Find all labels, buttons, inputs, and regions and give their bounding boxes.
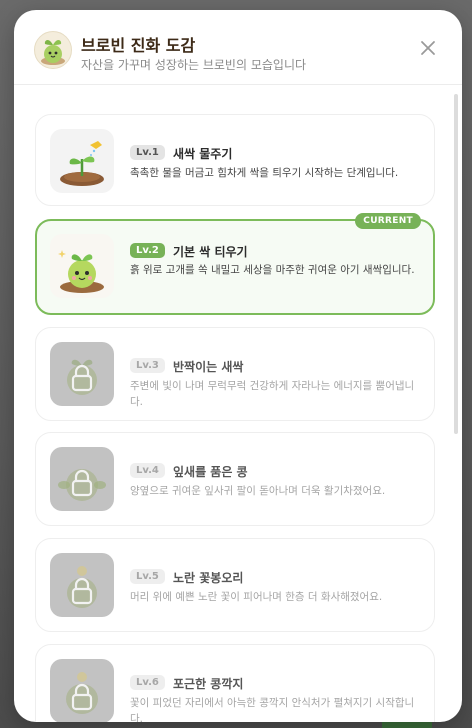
stage-card-lv2[interactable]: CURRENT Lv.2 기본 싹 티우기 흙 위로 고개를 쏙 내밀고 세상을 <box>35 213 435 315</box>
evolution-modal: 브로빈 진화 도감 자산을 가꾸며 성장하는 브로빈의 모습입니다 Lv.1 새… <box>14 10 462 722</box>
stage-level-badge: Lv.6 <box>130 675 165 690</box>
locked-stage-image <box>50 659 114 722</box>
modal-header: 브로빈 진화 도감 자산을 가꾸며 성장하는 브로빈의 모습입니다 <box>14 10 462 85</box>
stage-description: 꽃이 피었던 자리에서 아늑한 콩깍지 안식처가 펼쳐지기 시작합니다. <box>130 697 415 722</box>
modal-title: 브로빈 진화 도감 <box>81 36 196 55</box>
locked-stage-image <box>50 447 114 511</box>
stage-name: 포근한 콩깍지 <box>173 677 244 691</box>
current-badge: CURRENT <box>355 213 421 229</box>
close-button[interactable] <box>418 38 438 58</box>
stage-name: 노란 꽃봉오리 <box>173 571 244 585</box>
stage-level-badge: Lv.1 <box>130 145 165 160</box>
stage-level-badge: Lv.2 <box>130 243 165 258</box>
stage-description: 주변에 빛이 나며 무럭무럭 건강하게 자라나는 에너지를 뿜어냅니다. <box>130 380 415 408</box>
evolution-list[interactable]: Lv.1 새싹 물주기 촉촉한 물을 머금고 힘차게 싹을 틔우기 시작하는 단… <box>14 85 462 722</box>
modal-subtitle: 자산을 가꾸며 성장하는 브로빈의 모습입니다 <box>81 58 307 72</box>
stage-name: 새싹 물주기 <box>173 147 233 161</box>
stage-card-lv1[interactable]: Lv.1 새싹 물주기 촉촉한 물을 머금고 힘차게 싹을 틔우기 시작하는 단… <box>35 114 435 206</box>
stage-card-lv3: Lv.3 반짝이는 새싹 주변에 빛이 나며 무럭무럭 건강하게 자라나는 에너… <box>35 327 435 421</box>
stage-level-badge: Lv.4 <box>130 463 165 478</box>
stage-description: 촉촉한 물을 머금고 힘차게 싹을 틔우기 시작하는 단계입니다. <box>130 167 399 179</box>
stage-card-lv4: Lv.4 잎새를 품은 콩 양옆으로 귀여운 잎사귀 팔이 돋아나며 더욱 활기… <box>35 432 435 526</box>
locked-stage-image <box>50 342 114 406</box>
stage-card-lv6: Lv.6 포근한 콩깍지 꽃이 피었던 자리에서 아늑한 콩깍지 안식처가 펼쳐… <box>35 644 435 722</box>
stage-card-lv5: Lv.5 노란 꽃봉오리 머리 위에 예쁜 노란 꽃이 피어나며 한층 더 화사… <box>35 538 435 632</box>
stage-level-badge: Lv.3 <box>130 358 165 373</box>
stage-description: 양옆으로 귀여운 잎사귀 팔이 돋아나며 더욱 활기차졌어요. <box>130 485 386 497</box>
stage-name: 반짝이는 새싹 <box>173 360 244 374</box>
stage-level-badge: Lv.5 <box>130 569 165 584</box>
close-icon <box>421 41 435 55</box>
locked-stage-image <box>50 553 114 617</box>
brobin-avatar-icon <box>34 31 72 69</box>
stage-description: 머리 위에 예쁜 노란 꽃이 피어나며 한층 더 화사해졌어요. <box>130 591 383 603</box>
basic-sprout-image <box>50 234 114 298</box>
list-scrollbar[interactable] <box>454 94 458 434</box>
sprout-watering-image <box>50 129 114 193</box>
stage-description: 흙 위로 고개를 쏙 내밀고 세상을 마주한 귀여운 아기 새싹입니다. <box>130 264 415 276</box>
stage-name: 기본 싹 티우기 <box>173 245 248 259</box>
stage-name: 잎새를 품은 콩 <box>173 465 248 479</box>
